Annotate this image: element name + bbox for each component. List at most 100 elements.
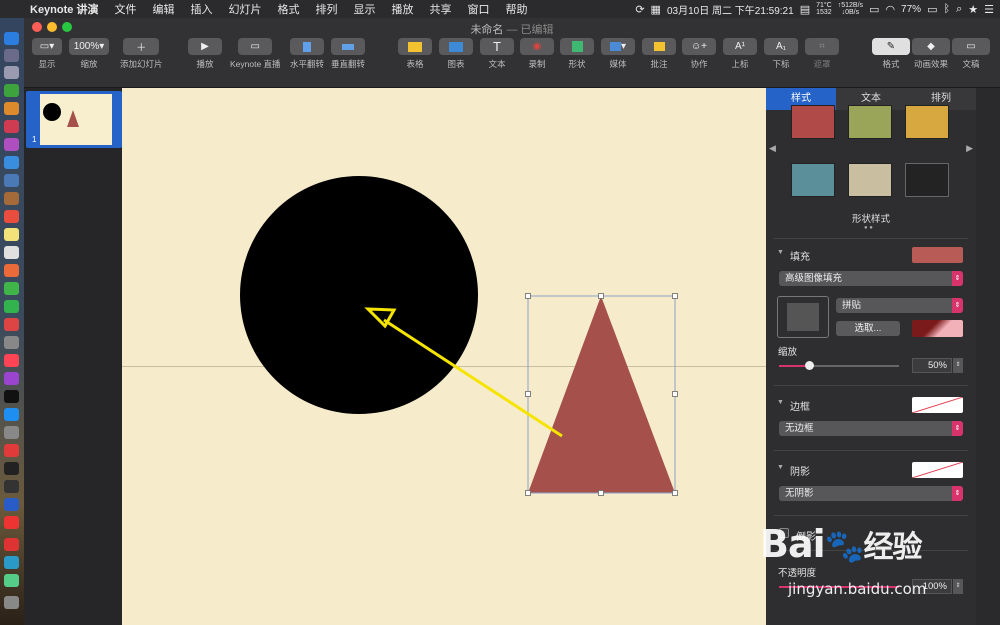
menu-view[interactable]: 显示 bbox=[345, 1, 383, 17]
media-button[interactable]: ▾ 媒体 bbox=[601, 38, 635, 70]
triangle-shape[interactable] bbox=[528, 296, 675, 493]
comment-button[interactable]: 批注 bbox=[642, 38, 676, 70]
netease-music-icon[interactable] bbox=[4, 538, 19, 551]
battery-icon[interactable]: ▭ bbox=[927, 3, 937, 16]
style-swatch-yellow[interactable] bbox=[905, 105, 949, 139]
reminders-icon[interactable] bbox=[4, 246, 19, 259]
app-icon[interactable] bbox=[4, 556, 19, 569]
scale-value-field[interactable]: 50% bbox=[912, 358, 952, 373]
image-well[interactable] bbox=[777, 296, 829, 338]
resize-handle-top[interactable] bbox=[598, 293, 604, 299]
next-styles-icon[interactable]: ▶ bbox=[966, 143, 973, 154]
menu-file[interactable]: 文件 bbox=[106, 1, 144, 17]
finder-icon[interactable] bbox=[4, 32, 19, 45]
tile-select[interactable]: 拼贴 ⇕ bbox=[836, 298, 963, 313]
text-button[interactable]: T 文本 bbox=[480, 38, 514, 70]
prev-styles-icon[interactable]: ◀ bbox=[769, 143, 776, 154]
style-swatch-teal[interactable] bbox=[791, 163, 835, 197]
zoom-control[interactable]: 100% ▾ 缩放 bbox=[69, 38, 109, 70]
slide-thumbnail[interactable] bbox=[40, 94, 112, 145]
format-button[interactable]: ✎ 格式 bbox=[872, 38, 910, 70]
zoom-select[interactable]: 100% ▾ bbox=[69, 38, 109, 55]
podcasts-icon[interactable] bbox=[4, 372, 19, 385]
border-select[interactable]: 无边框 ⇕ bbox=[779, 421, 963, 436]
wifi-icon[interactable]: ◠ bbox=[885, 3, 895, 16]
collaborate-button[interactable]: ☺+ 协作 bbox=[682, 38, 716, 70]
menu-app-name[interactable]: Keynote 讲演 bbox=[26, 1, 106, 17]
facetime-icon[interactable] bbox=[4, 300, 19, 313]
grid-icon[interactable]: ▤ bbox=[800, 3, 810, 16]
view-button[interactable]: ▭▾ 显示 bbox=[32, 38, 62, 70]
tv-icon[interactable] bbox=[4, 390, 19, 403]
tint-color-well[interactable] bbox=[912, 320, 963, 337]
superscript-button[interactable]: A¹ 上标 bbox=[723, 38, 757, 70]
mask-button[interactable]: ⌗ 遮罩 bbox=[805, 38, 839, 70]
app-icon[interactable] bbox=[4, 318, 19, 331]
launchpad-icon[interactable] bbox=[4, 49, 19, 62]
scale-slider[interactable] bbox=[779, 361, 899, 370]
temp-stat[interactable]: 71°C 1532 bbox=[816, 2, 832, 16]
app-icon[interactable] bbox=[4, 192, 19, 205]
page-dots[interactable]: ● ● bbox=[864, 225, 873, 231]
slide-thumbnail-selected[interactable]: 1 bbox=[26, 91, 122, 148]
resize-handle-top-right[interactable] bbox=[672, 293, 678, 299]
app-icon[interactable] bbox=[4, 174, 19, 187]
scale-stepper[interactable]: ⇕ bbox=[953, 358, 963, 373]
app-icon[interactable] bbox=[4, 444, 19, 457]
vpn-icon[interactable] bbox=[4, 498, 19, 511]
notification-center-icon[interactable]: ☰ bbox=[984, 3, 994, 16]
resize-handle-bottom-left[interactable] bbox=[525, 490, 531, 496]
subscript-button[interactable]: A₁ 下标 bbox=[764, 38, 798, 70]
style-swatch-dark[interactable] bbox=[905, 163, 949, 197]
border-disclosure-icon[interactable]: ▼ bbox=[777, 399, 784, 406]
resize-handle-top-left[interactable] bbox=[525, 293, 531, 299]
terminal-icon[interactable] bbox=[4, 462, 19, 475]
menu-format[interactable]: 格式 bbox=[269, 1, 307, 17]
play-button[interactable]: ▶ 播放 bbox=[188, 38, 222, 70]
menu-arrange[interactable]: 排列 bbox=[307, 1, 345, 17]
app-icon[interactable] bbox=[4, 120, 19, 133]
app-icon[interactable] bbox=[4, 156, 19, 169]
resize-handle-left[interactable] bbox=[525, 391, 531, 397]
calendar-icon[interactable]: ▦ bbox=[651, 3, 661, 16]
resize-handle-bottom-right[interactable] bbox=[672, 490, 678, 496]
calendar-app-icon[interactable] bbox=[4, 210, 19, 223]
document-button[interactable]: ▭ 文稿 bbox=[952, 38, 990, 70]
style-swatch-green[interactable] bbox=[848, 105, 892, 139]
animate-button[interactable]: ◆ 动画效果 bbox=[912, 38, 950, 70]
black-circle-shape[interactable] bbox=[240, 176, 478, 414]
yandex-icon[interactable] bbox=[4, 516, 19, 529]
add-slide-button[interactable]: ＋ 添加幻灯片 bbox=[120, 38, 163, 70]
scale-slider-knob[interactable] bbox=[805, 361, 814, 370]
resize-handle-right[interactable] bbox=[672, 391, 678, 397]
style-swatch-red[interactable] bbox=[791, 105, 835, 139]
fill-type-select[interactable]: 高级图像填充 ⇕ bbox=[779, 271, 963, 286]
trash-icon[interactable] bbox=[4, 596, 19, 609]
border-color-well[interactable] bbox=[912, 397, 963, 413]
flip-vertical-button[interactable]: 垂直翻转 bbox=[331, 38, 365, 70]
app-icon[interactable] bbox=[4, 574, 19, 587]
shape-button[interactable]: 形状 bbox=[560, 38, 594, 70]
app-icon[interactable] bbox=[4, 138, 19, 151]
photos-icon[interactable] bbox=[4, 264, 19, 277]
menubar-datetime[interactable]: 03月10日 周二 下午21:59:21 bbox=[667, 2, 794, 17]
app-icon[interactable] bbox=[4, 480, 19, 493]
battery-percent[interactable]: 77% bbox=[901, 4, 921, 15]
music-icon[interactable] bbox=[4, 354, 19, 367]
messages-icon[interactable] bbox=[4, 282, 19, 295]
menu-share[interactable]: 共享 bbox=[421, 1, 459, 17]
spotlight-search-icon[interactable]: ⌕ bbox=[956, 3, 962, 16]
table-button[interactable]: 表格 bbox=[398, 38, 432, 70]
menu-window[interactable]: 窗口 bbox=[459, 1, 497, 17]
menu-slide[interactable]: 幻灯片 bbox=[220, 1, 269, 17]
shadow-color-well[interactable] bbox=[912, 462, 963, 478]
menu-insert[interactable]: 插入 bbox=[182, 1, 220, 17]
chart-button[interactable]: 图表 bbox=[439, 38, 473, 70]
app-icon[interactable] bbox=[4, 84, 19, 97]
notes-icon[interactable] bbox=[4, 228, 19, 241]
keynote-live-button[interactable]: ▭ Keynote 直播 bbox=[230, 38, 281, 70]
sync-icon[interactable]: ⟳ bbox=[635, 3, 644, 16]
style-swatch-beige[interactable] bbox=[848, 163, 892, 197]
document-name[interactable]: 未命名 bbox=[470, 24, 503, 36]
shadow-disclosure-icon[interactable]: ▼ bbox=[777, 464, 784, 471]
